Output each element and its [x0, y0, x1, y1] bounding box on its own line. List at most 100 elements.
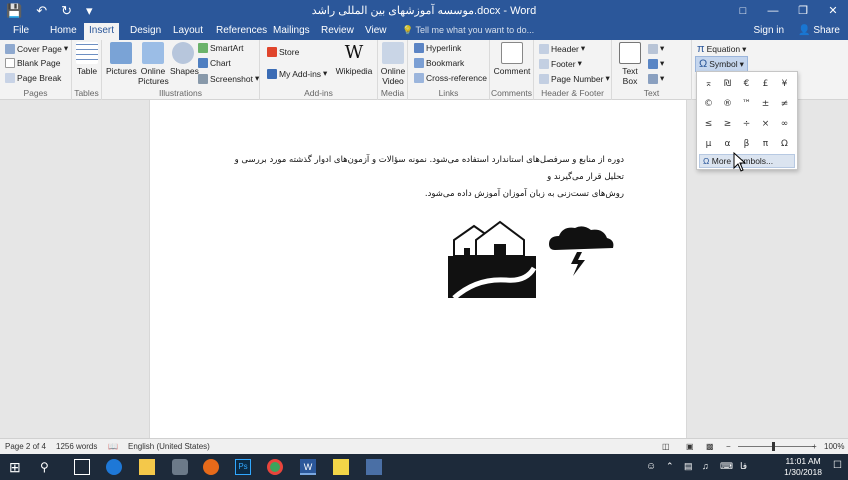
table-button[interactable]: Table — [75, 42, 99, 76]
app-icon[interactable] — [172, 459, 188, 475]
zoom-slider[interactable] — [738, 446, 814, 447]
symbol-cell[interactable]: © — [699, 94, 718, 114]
notifications-icon[interactable]: ☐ — [833, 460, 842, 471]
storm-cloud-clipart[interactable] — [547, 224, 615, 278]
close-icon[interactable]: ✕ — [818, 0, 848, 22]
symbol-cell[interactable]: ™ — [737, 94, 756, 114]
equation-button[interactable]: π Equation ▾ — [697, 43, 746, 55]
print-layout-icon[interactable]: ▣ — [686, 442, 694, 451]
symbol-cell[interactable]: × — [756, 114, 775, 134]
volume-icon[interactable]: ♫ — [702, 461, 709, 471]
tell-me-search[interactable]: 💡 Tell me what you want to do... — [402, 25, 534, 36]
drop-cap-button[interactable]: ▾ — [648, 73, 664, 84]
symbol-cell[interactable]: ≤ — [699, 114, 718, 134]
word-icon[interactable]: W — [300, 459, 316, 475]
shapes-button[interactable]: Shapes — [170, 42, 199, 76]
quick-parts-button[interactable]: ▾ — [648, 43, 664, 54]
tab-insert[interactable]: Insert — [84, 23, 120, 40]
sticky-notes-icon[interactable] — [333, 459, 349, 475]
page-number-button[interactable]: Page Number ▾ — [539, 73, 610, 84]
page-break-button[interactable]: Page Break — [5, 73, 61, 83]
app-icon[interactable] — [366, 459, 382, 475]
symbol-cell[interactable]: Ω — [775, 134, 794, 154]
smartart-button[interactable]: SmartArt — [198, 43, 244, 53]
symbol-cell[interactable]: £ — [756, 74, 775, 94]
zoom-out-icon[interactable]: − — [726, 442, 731, 451]
cover-page-button[interactable]: Cover Page ▾ — [5, 43, 68, 54]
proofing-icon[interactable]: 📖 — [108, 442, 118, 451]
restore-icon[interactable]: ❐ — [788, 0, 818, 22]
input-language[interactable]: فا — [740, 461, 747, 472]
symbol-cell[interactable]: π — [756, 134, 775, 154]
tab-view[interactable]: View — [365, 24, 387, 37]
hyperlink-button[interactable]: Hyperlink — [414, 43, 461, 53]
task-view-icon[interactable] — [74, 459, 90, 475]
symbol-cell[interactable]: € — [737, 74, 756, 94]
clock[interactable]: 11:01 AM 1/30/2018 — [784, 456, 822, 478]
wordart-button[interactable]: ▾ — [648, 58, 664, 69]
symbol-cell[interactable]: ¥ — [775, 74, 794, 94]
tray-chevron-icon[interactable]: ⌃ — [666, 461, 674, 472]
chart-button[interactable]: Chart — [198, 58, 231, 68]
comment-button[interactable]: Comment — [492, 42, 532, 76]
document-paragraph[interactable]: دوره از منابع و سرفصل‌های استاندارد استف… — [214, 152, 624, 203]
zoom-level[interactable]: 100% — [824, 442, 844, 451]
people-icon[interactable]: ☺ — [646, 461, 656, 472]
windows-start-icon[interactable]: ⊞ — [9, 459, 25, 475]
ribbon-display-icon[interactable]: □ — [728, 0, 758, 22]
file-explorer-icon[interactable] — [139, 459, 155, 475]
my-addins-button[interactable]: My Add-ins ▾ — [267, 68, 327, 79]
network-icon[interactable]: ▤ — [684, 461, 693, 472]
online-video-button[interactable]: Online Video — [379, 42, 407, 86]
symbol-cell[interactable]: α — [718, 134, 737, 154]
symbol-cell[interactable]: ÷ — [737, 114, 756, 134]
chrome-icon[interactable] — [267, 459, 283, 475]
cross-reference-button[interactable]: Cross-reference — [414, 73, 487, 83]
keyboard-icon[interactable]: ⌨ — [720, 461, 733, 472]
tab-home[interactable]: Home — [50, 24, 77, 37]
symbol-button[interactable]: Ω Symbol ▾ — [695, 56, 748, 72]
page-count[interactable]: Page 2 of 4 — [5, 442, 46, 451]
pictures-button[interactable]: Pictures — [106, 42, 137, 76]
language-indicator[interactable]: English (United States) — [128, 442, 210, 451]
store-button[interactable]: Store — [267, 47, 299, 57]
wikipedia-button[interactable]: W Wikipedia — [334, 42, 374, 76]
screenshot-button[interactable]: Screenshot ▾ — [198, 73, 259, 84]
symbol-cell[interactable]: ® — [718, 94, 737, 114]
tab-design[interactable]: Design — [130, 24, 161, 37]
word-count[interactable]: 1256 words — [56, 442, 97, 451]
tab-review[interactable]: Review — [321, 24, 354, 37]
web-layout-icon[interactable]: ▩ — [706, 442, 714, 451]
footer-button[interactable]: Footer ▾ — [539, 58, 582, 69]
zoom-in-icon[interactable]: + — [812, 442, 817, 451]
symbol-cell[interactable]: ≥ — [718, 114, 737, 134]
houses-clipart[interactable] — [446, 218, 538, 300]
text-box-button[interactable]: Text Box — [616, 42, 644, 86]
minimize-icon[interactable]: — — [758, 0, 788, 22]
tab-file[interactable]: File — [13, 24, 29, 37]
symbol-cell[interactable]: ≠ — [775, 94, 794, 114]
firefox-icon[interactable] — [203, 459, 219, 475]
blank-page-button[interactable]: Blank Page — [5, 58, 60, 68]
zoom-slider-thumb[interactable] — [772, 442, 775, 451]
tab-mailings[interactable]: Mailings — [273, 24, 310, 37]
search-icon[interactable]: ⚲ — [40, 459, 56, 475]
sign-in-link[interactable]: Sign in — [754, 25, 785, 36]
header-button[interactable]: Header ▾ — [539, 43, 585, 54]
symbol-cell[interactable]: ⌅ — [699, 74, 718, 94]
more-symbols-button[interactable]: Ω More Symbols... — [699, 154, 795, 168]
tab-references[interactable]: References — [216, 24, 267, 37]
tab-layout[interactable]: Layout — [173, 24, 203, 37]
photoshop-icon[interactable]: Ps — [235, 459, 251, 475]
edge-icon[interactable] — [106, 459, 122, 475]
symbol-cell[interactable]: ∞ — [775, 114, 794, 134]
symbol-cell[interactable]: β — [737, 134, 756, 154]
bookmark-button[interactable]: Bookmark — [414, 58, 464, 68]
share-button[interactable]: 👤 Share — [798, 25, 840, 36]
symbol-cell[interactable]: ₪ — [718, 74, 737, 94]
online-pictures-button[interactable]: Online Pictures — [138, 42, 169, 86]
symbol-cell[interactable]: ± — [756, 94, 775, 114]
read-mode-icon[interactable]: ◫ — [662, 442, 670, 451]
symbol-cell[interactable]: µ — [699, 134, 718, 154]
document-page[interactable]: دوره از منابع و سرفصل‌های استاندارد استف… — [149, 100, 687, 438]
